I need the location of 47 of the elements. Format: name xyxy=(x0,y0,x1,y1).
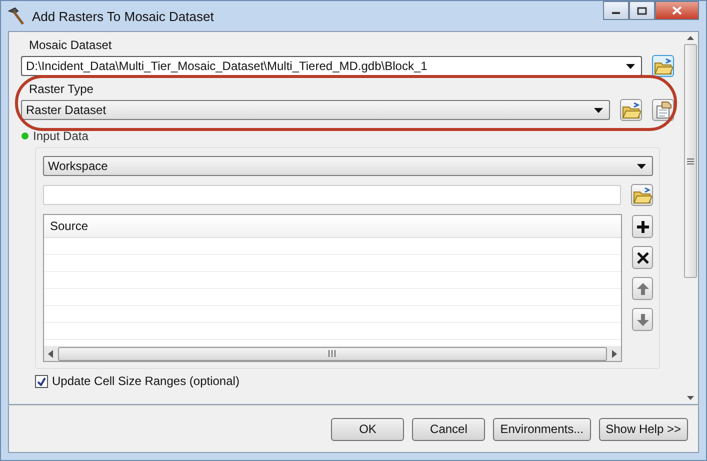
window-title: Add Rasters To Mosaic Dataset xyxy=(32,8,215,24)
raster-type-dropdown[interactable]: Raster Dataset xyxy=(21,100,610,120)
dialog-button[interactable]: Environments... xyxy=(493,418,591,440)
checkbox[interactable] xyxy=(35,374,48,388)
document-hand-icon xyxy=(654,101,672,119)
browse-button[interactable] xyxy=(652,55,674,77)
dropdown-arrow-icon xyxy=(637,164,646,168)
folder-icon xyxy=(632,186,652,204)
minimize-button[interactable] xyxy=(603,1,629,20)
browse-button[interactable] xyxy=(631,184,653,206)
dialog-button[interactable]: Cancel xyxy=(412,418,486,440)
browse-button[interactable] xyxy=(620,99,642,121)
dialog-button[interactable]: Show Help >> xyxy=(598,418,688,440)
scroll-down-icon xyxy=(686,396,694,400)
maximize-button[interactable] xyxy=(629,1,655,20)
scroll-right-icon xyxy=(612,350,617,358)
close-button[interactable] xyxy=(655,1,699,20)
dialog-button[interactable]: OK xyxy=(331,418,404,440)
section-label: Input Data xyxy=(33,129,88,143)
dropdown-arrow-icon xyxy=(594,108,603,112)
close-icon xyxy=(672,6,682,15)
checkbox-label: Update Cell Size Ranges (optional) xyxy=(52,374,240,388)
workspace-dropdown[interactable]: Workspace xyxy=(43,156,653,176)
hammer-icon xyxy=(6,6,26,26)
remove-button[interactable] xyxy=(632,246,653,269)
add-button[interactable] xyxy=(632,215,653,238)
grip-icon xyxy=(328,350,337,357)
scroll-up-icon xyxy=(686,36,694,40)
grip-icon xyxy=(686,158,694,164)
arrow-up-icon xyxy=(636,282,650,296)
folder-icon xyxy=(653,56,673,76)
plus-icon xyxy=(636,220,650,234)
dropdown-arrow-icon xyxy=(626,64,635,68)
maximize-icon xyxy=(637,6,647,14)
field-label: Mosaic Dataset xyxy=(29,38,113,52)
scroll-left-icon xyxy=(48,350,53,358)
path-field[interactable] xyxy=(43,185,621,205)
move-down-button[interactable] xyxy=(632,308,653,331)
close-icon xyxy=(636,250,650,264)
horizontal-scrollbar[interactable] xyxy=(44,346,621,361)
folder-icon xyxy=(621,100,641,120)
check-icon xyxy=(37,376,46,386)
field-label: Raster Type xyxy=(29,82,94,96)
mosaic-dataset-dropdown[interactable]: D:\Incident_Data\Multi_Tier_Mosaic_Dataset\Multi_Tiered_MD.gdb\Block_1 xyxy=(21,56,642,76)
properties-button[interactable] xyxy=(652,99,674,121)
arrow-down-icon xyxy=(636,312,650,326)
move-up-button[interactable] xyxy=(632,277,653,300)
